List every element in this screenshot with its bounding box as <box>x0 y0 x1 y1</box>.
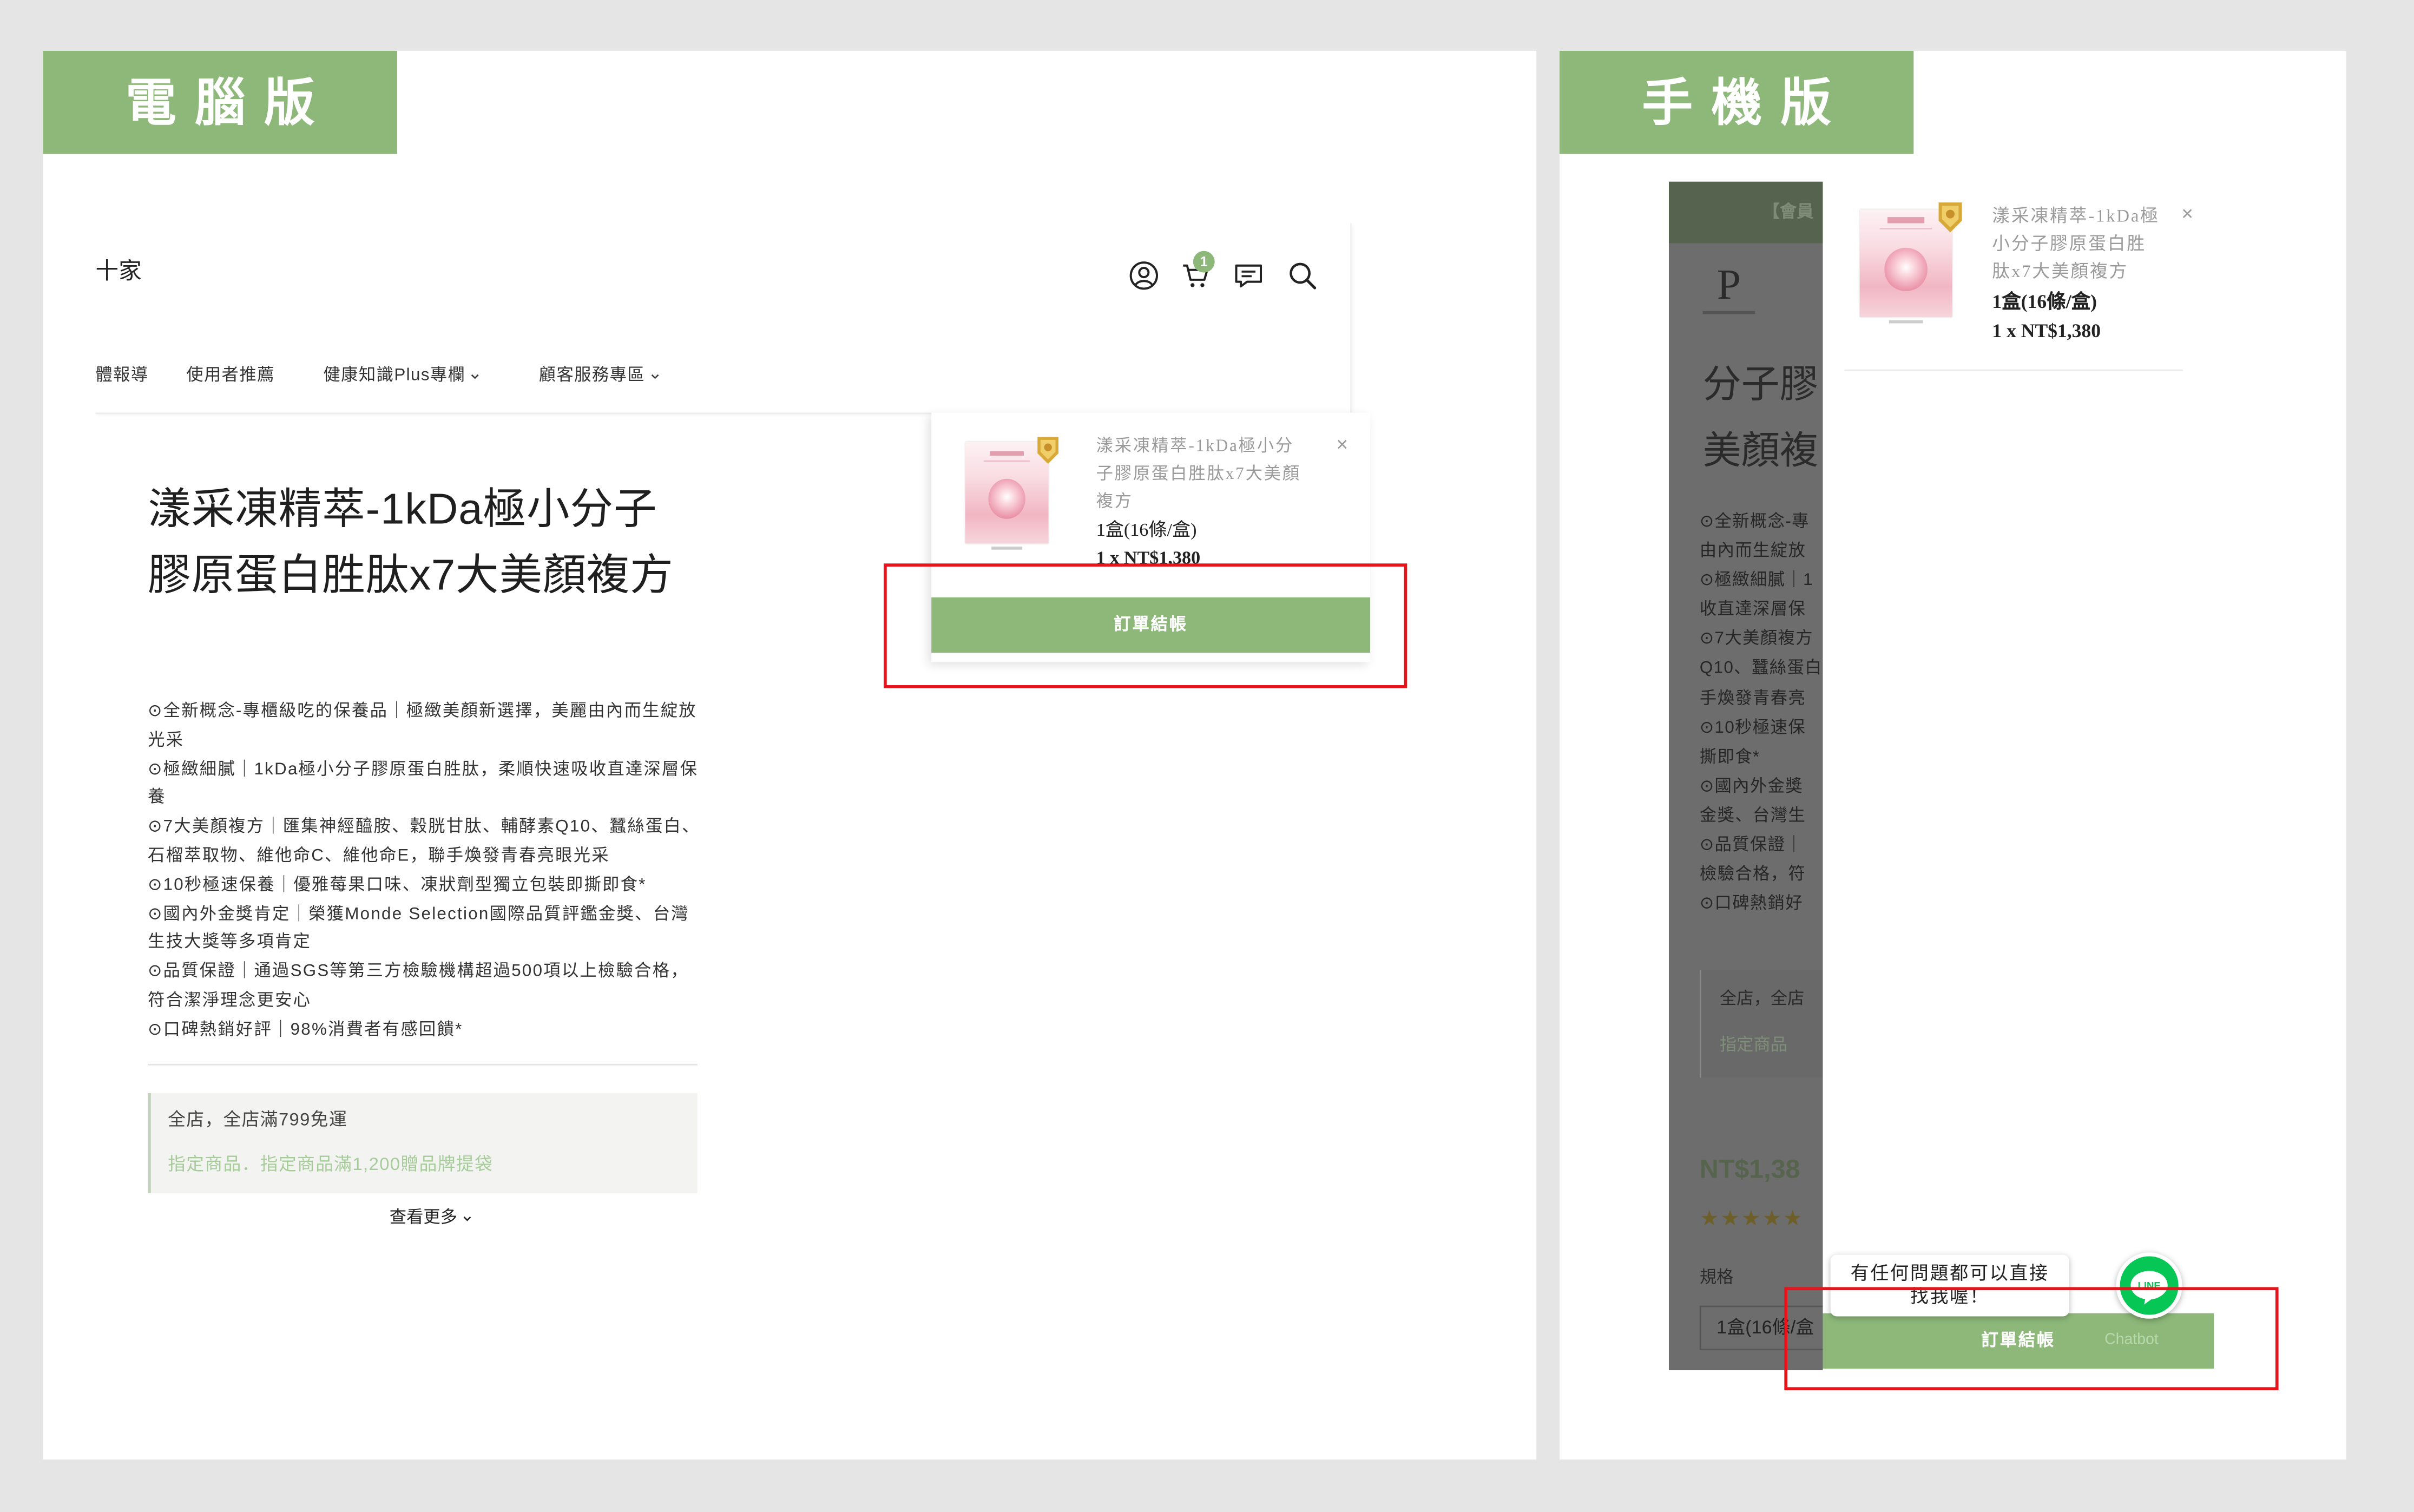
product-caption-mark <box>1889 320 1923 324</box>
announcement-bar: 【會員 <box>1668 181 1823 244</box>
feature-fragment: ⊙全新概念-專 <box>1699 512 1810 531</box>
highlight-box <box>884 563 1407 688</box>
product-title: 漾采凍精萃-1kDa極小分子膠原蛋白胜肽x7大美顏複方 <box>148 485 674 599</box>
product-box-subtitle-mark <box>984 459 1030 463</box>
nav-item-media[interactable]: 體報導 <box>95 365 148 386</box>
nav-item-health-knowledge[interactable]: 健康知識Plus專欄 <box>323 365 481 386</box>
feature-fragment: 檢驗合格，符 <box>1699 865 1806 884</box>
mobile-panel: 手機版 【會員 P 分子膠 美顏複 ⊙全新概念-專 由內而生綻放 ⊙極緻細膩｜1… <box>1559 50 2346 1460</box>
see-more-label: 查看更多 <box>389 1208 457 1227</box>
product-circle-graphic <box>1885 247 1927 291</box>
cart-item-variant: 1盒(16條/盒) <box>1992 291 2097 313</box>
search-icon[interactable] <box>1287 260 1318 291</box>
cart-item-name[interactable]: 漾采凍精萃-1kDa極小分子膠原蛋白胜肽x7大美顏複方 <box>1096 432 1312 516</box>
nav-item-customer-service[interactable]: 顧客服務專區 <box>539 365 661 386</box>
close-icon[interactable]: × <box>2181 202 2193 225</box>
product-circle-graphic <box>988 478 1026 520</box>
feature-fragment: ⊙口碑熱銷好 <box>1699 895 1804 913</box>
feature-fragment: ⊙10秒極速保 <box>1699 718 1806 737</box>
product-box-title-mark <box>1887 218 1924 223</box>
svg-text:P: P <box>1717 262 1741 308</box>
feature-fragment: 金獎、台灣生 <box>1699 806 1806 825</box>
product-feature-list: ⊙全新概念-專 由內而生綻放 ⊙極緻細膩｜1 收直達深層保 ⊙7大美顏複方 Q1… <box>1700 508 1823 920</box>
mobile-version-label: 手機版 <box>1559 50 1914 154</box>
chat-icon[interactable] <box>1233 260 1264 291</box>
nav-item-label: 健康知識Plus專欄 <box>323 366 466 385</box>
nav-item-testimonials[interactable]: 使用者推薦 <box>186 365 275 386</box>
close-icon[interactable]: × <box>1336 433 1348 456</box>
spec-label: 規格 <box>1699 1268 1734 1287</box>
award-badge-icon <box>1032 434 1062 466</box>
chevron-down-icon <box>471 373 479 379</box>
cart-item: 漾采凍精萃-1kDa極小分子膠原蛋白胜肽x7大美顏複方 1盒(16條/盒) 1 … <box>931 412 1370 565</box>
feature-fragment: Q10、蠶絲蛋白 <box>1699 659 1823 679</box>
highlight-box <box>1784 1287 2279 1391</box>
divider <box>148 1063 698 1066</box>
rating-stars-icon: ★★★★★ <box>1699 1205 1804 1231</box>
nav-item-label: 使用者推薦 <box>186 366 275 385</box>
feature-fragment: ⊙國內外金獎 <box>1699 777 1804 796</box>
cart-item-name[interactable]: 漾采凍精萃-1kDa極小分子膠原蛋白胜肽x7大美顏複方 <box>1992 203 2165 287</box>
announcement-text: 【會員 <box>1762 203 1814 222</box>
promotion-box: 全店，全店滿799免運 指定商品．指定商品滿1,200贈品牌提袋 <box>148 1093 698 1193</box>
desktop-panel: 電腦版 十家 1 體報導 使用者推薦 健康知識Plus專欄 顧客服務專區 漾采凍… <box>43 50 1537 1460</box>
user-icon[interactable] <box>1128 260 1159 291</box>
desktop-version-label: 電腦版 <box>43 50 398 154</box>
nav-item-label: 顧客服務專區 <box>538 366 646 385</box>
feature-item: ⊙7大美顏複方｜匯集神經醯胺、穀胱甘肽、輔酵素Q10、蠶絲蛋白、石榴萃取物、維他… <box>148 818 700 865</box>
promo-gift: 指定商品 <box>1719 1036 1788 1055</box>
promotion-box: 全店，全店 指定商品 <box>1699 970 1823 1078</box>
promo-free-shipping: 全店，全店滿799免運 <box>168 1112 348 1130</box>
feature-item: ⊙國內外金獎肯定｜榮獲Monde Selection國際品質評鑑金獎、台灣生技大… <box>148 904 689 952</box>
feature-fragment: ⊙品質保證｜ <box>1699 836 1804 855</box>
see-more-button[interactable]: 查看更多 <box>370 1207 493 1228</box>
product-caption-mark <box>991 547 1023 550</box>
feature-fragment: 由內而生綻放 <box>1699 542 1806 561</box>
feature-fragment: ⊙7大美顏複方 <box>1699 630 1813 649</box>
cart-item-quantity-price: 1 x NT$1,380 <box>1992 320 2101 342</box>
product-title-fragment: 美顏複 <box>1702 429 1818 473</box>
brand-logo-caption-mark <box>1702 311 1755 314</box>
product-title-fragment: 分子膠 <box>1702 363 1818 407</box>
cart-count-badge: 1 <box>1193 251 1215 273</box>
product-box-subtitle-mark <box>1880 227 1932 230</box>
cart-drawer: 漾采凍精萃-1kDa極小分子膠原蛋白胜肽x7大美顏複方 1盒(16條/盒) 1 … <box>1823 181 2217 1371</box>
feature-fragment: 撕即食* <box>1699 747 1760 767</box>
feature-item: ⊙極緻細膩｜1kDa極小分子膠原蛋白胜肽，柔順快速吸收直達深層保養 <box>148 760 699 807</box>
product-price: NT$1,38 <box>1699 1154 1800 1184</box>
nav-item-label: 體報導 <box>95 366 149 385</box>
promo-free-shipping: 全店，全店 <box>1719 990 1805 1009</box>
dimmed-product-page: 【會員 P 分子膠 美顏複 ⊙全新概念-專 由內而生綻放 ⊙極緻細膩｜1 收直達… <box>1668 181 1823 1371</box>
product-feature-list: ⊙全新概念-專櫃級吃的保養品｜極緻美顏新選擇，美麗由內而生綻放光采 ⊙極緻細膩｜… <box>148 698 705 1045</box>
feature-fragment: 收直達深層保 <box>1699 601 1806 620</box>
brand-name-fragment[interactable]: 十家 <box>95 259 141 286</box>
award-badge-icon <box>1934 200 1967 235</box>
site-header: 十家 1 體報導 使用者推薦 健康知識Plus專欄 顧客服務專區 <box>95 223 1352 415</box>
promo-gift: 指定商品．指定商品滿1,200贈品牌提袋 <box>168 1156 494 1175</box>
feature-item: ⊙10秒極速保養｜優雅莓果口味、凍狀劑型獨立包裝即撕即食* <box>148 876 647 895</box>
comparison-canvas: 電腦版 十家 1 體報導 使用者推薦 健康知識Plus專欄 顧客服務專區 漾采凍… <box>0 0 2414 1512</box>
chevron-down-icon <box>463 1215 471 1221</box>
chevron-down-icon <box>651 373 659 379</box>
feature-item: ⊙品質保證｜通過SGS等第三方檢驗機構超過500項以上檢驗合格，符合潔淨理念更安… <box>148 962 689 1010</box>
cart-item-image[interactable] <box>951 434 1063 555</box>
feature-item: ⊙口碑熱銷好評｜98%消費者有感回饋* <box>148 1020 463 1039</box>
cart-item-quantity-price: 1 x NT$1,380 <box>1096 546 1201 566</box>
divider <box>1844 369 2183 371</box>
feature-fragment: ⊙極緻細膩｜1 <box>1699 571 1813 590</box>
feature-item: ⊙全新概念-專櫃級吃的保養品｜極緻美顏新選擇，美麗由內而生綻放光采 <box>148 702 697 750</box>
brand-logo: P <box>1711 261 1747 308</box>
product-box-title-mark <box>990 450 1023 456</box>
cart-item-variant: 1盒(16條/盒) <box>1096 518 1197 541</box>
feature-fragment: 手煥發青春亮 <box>1699 689 1806 708</box>
cart-item-image[interactable] <box>1844 200 1968 328</box>
